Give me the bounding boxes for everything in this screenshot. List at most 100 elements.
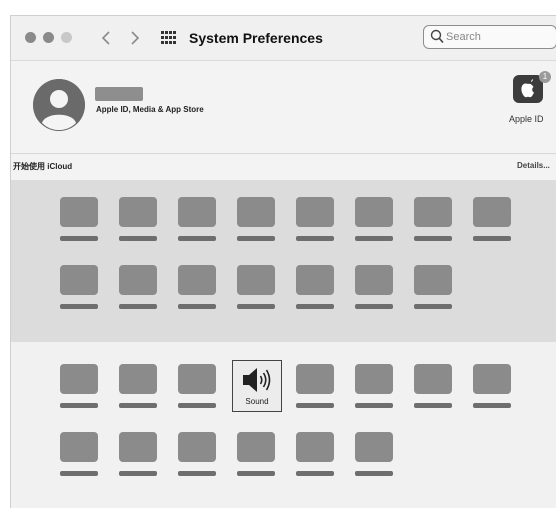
preference-pane-label xyxy=(119,304,157,309)
icloud-setup-text: 开始使用 iCloud xyxy=(13,162,73,171)
preference-pane-tile[interactable] xyxy=(60,364,98,412)
preference-pane-label xyxy=(237,471,275,476)
preference-pane-tile[interactable] xyxy=(355,364,393,412)
preference-pane-label xyxy=(296,304,334,309)
preference-pane-icon xyxy=(414,197,452,227)
preference-pane-icon xyxy=(296,265,334,295)
window-title: System Preferences xyxy=(189,30,323,46)
preference-pane-label xyxy=(355,471,393,476)
preference-pane-tile[interactable] xyxy=(119,265,157,313)
close-window-button[interactable] xyxy=(25,32,36,43)
preference-pane-tile[interactable] xyxy=(355,197,393,245)
chevron-right-icon xyxy=(131,31,140,45)
preference-pane-tile[interactable] xyxy=(178,364,216,412)
preference-pane-tile[interactable] xyxy=(178,432,216,480)
preference-pane-tile[interactable] xyxy=(473,197,511,245)
search-field[interactable] xyxy=(423,25,556,49)
preference-section-1 xyxy=(11,180,556,342)
preference-pane-icon xyxy=(237,197,275,227)
preference-pane-label xyxy=(355,403,393,408)
system-preferences-window: System Preferences Apple ID, Media & App… xyxy=(10,15,556,508)
avatar[interactable] xyxy=(33,79,85,131)
forward-button[interactable] xyxy=(124,26,144,50)
preference-pane-label xyxy=(60,403,98,408)
preference-pane-icon xyxy=(296,432,334,462)
zoom-window-button[interactable] xyxy=(61,32,72,43)
details-link[interactable]: Details... xyxy=(517,161,550,170)
user-silhouette-icon xyxy=(33,79,85,131)
preference-pane-tile[interactable] xyxy=(473,364,511,412)
preference-pane-label xyxy=(473,403,511,408)
preference-pane-icon xyxy=(119,265,157,295)
preference-pane-tile[interactable] xyxy=(119,432,157,480)
preference-pane-label xyxy=(119,403,157,408)
preference-pane-tile[interactable] xyxy=(119,197,157,245)
preference-pane-label xyxy=(60,471,98,476)
search-input[interactable] xyxy=(446,29,550,45)
preference-pane-icon xyxy=(178,265,216,295)
preference-pane-tile[interactable] xyxy=(60,265,98,313)
preference-pane-tile[interactable] xyxy=(414,364,452,412)
preference-pane-tile[interactable] xyxy=(296,432,334,480)
account-name-redacted xyxy=(95,87,143,101)
preference-pane-tile[interactable] xyxy=(355,432,393,480)
preference-pane-tile[interactable] xyxy=(296,197,334,245)
preference-pane-label xyxy=(296,403,334,408)
preference-pane-tile[interactable] xyxy=(178,197,216,245)
preference-pane-label xyxy=(414,403,452,408)
show-all-button[interactable] xyxy=(161,30,177,46)
preference-pane-icon xyxy=(473,364,511,394)
preference-pane-tile[interactable] xyxy=(237,197,275,245)
preference-pane-icon xyxy=(414,364,452,394)
preference-pane-icon xyxy=(473,197,511,227)
chevron-left-icon xyxy=(101,31,110,45)
preference-pane-label xyxy=(60,236,98,241)
preference-pane-icon xyxy=(296,197,334,227)
preference-pane-tile[interactable] xyxy=(355,265,393,313)
speaker-icon xyxy=(243,368,271,392)
preference-pane-label xyxy=(178,471,216,476)
preference-pane-tile[interactable] xyxy=(237,432,275,480)
preference-pane-icon xyxy=(60,197,98,227)
preference-pane-label xyxy=(414,304,452,309)
preference-pane-icon xyxy=(119,197,157,227)
preference-pane-tile[interactable] xyxy=(414,197,452,245)
notification-badge: 1 xyxy=(539,71,551,83)
preference-pane-icon xyxy=(119,432,157,462)
toolbar: System Preferences xyxy=(11,16,556,61)
preference-pane-icon xyxy=(178,432,216,462)
preference-pane-label xyxy=(178,403,216,408)
preference-pane-tile[interactable] xyxy=(178,265,216,313)
preference-pane-icon xyxy=(119,364,157,394)
preference-pane-tile[interactable] xyxy=(60,197,98,245)
preference-pane-label xyxy=(355,236,393,241)
preference-pane-tile[interactable] xyxy=(60,432,98,480)
preference-pane-label xyxy=(296,471,334,476)
sound-pane-tile[interactable]: Sound xyxy=(232,360,282,412)
preference-pane-label xyxy=(296,236,334,241)
preference-pane-icon xyxy=(60,364,98,394)
apple-logo-icon xyxy=(521,79,534,98)
preference-pane-tile[interactable] xyxy=(296,265,334,313)
preference-pane-tile[interactable] xyxy=(296,364,334,412)
search-icon xyxy=(430,29,444,44)
preference-pane-icon xyxy=(237,265,275,295)
preference-pane-label xyxy=(355,304,393,309)
preference-pane-icon xyxy=(60,265,98,295)
preference-pane-label xyxy=(119,471,157,476)
preference-pane-tile[interactable] xyxy=(119,364,157,412)
minimize-window-button[interactable] xyxy=(43,32,54,43)
preference-pane-icon xyxy=(355,197,393,227)
preference-pane-icon xyxy=(414,265,452,295)
back-button[interactable] xyxy=(97,26,117,50)
preference-pane-icon xyxy=(178,197,216,227)
preference-pane-label xyxy=(60,304,98,309)
preference-pane-icon xyxy=(355,432,393,462)
sound-pane-label: Sound xyxy=(245,397,269,406)
preference-pane-tile[interactable] xyxy=(414,265,452,313)
preference-pane-icon xyxy=(60,432,98,462)
preference-pane-icon xyxy=(355,364,393,394)
preference-pane-label xyxy=(119,236,157,241)
preference-pane-label xyxy=(178,304,216,309)
preference-pane-tile[interactable] xyxy=(237,265,275,313)
